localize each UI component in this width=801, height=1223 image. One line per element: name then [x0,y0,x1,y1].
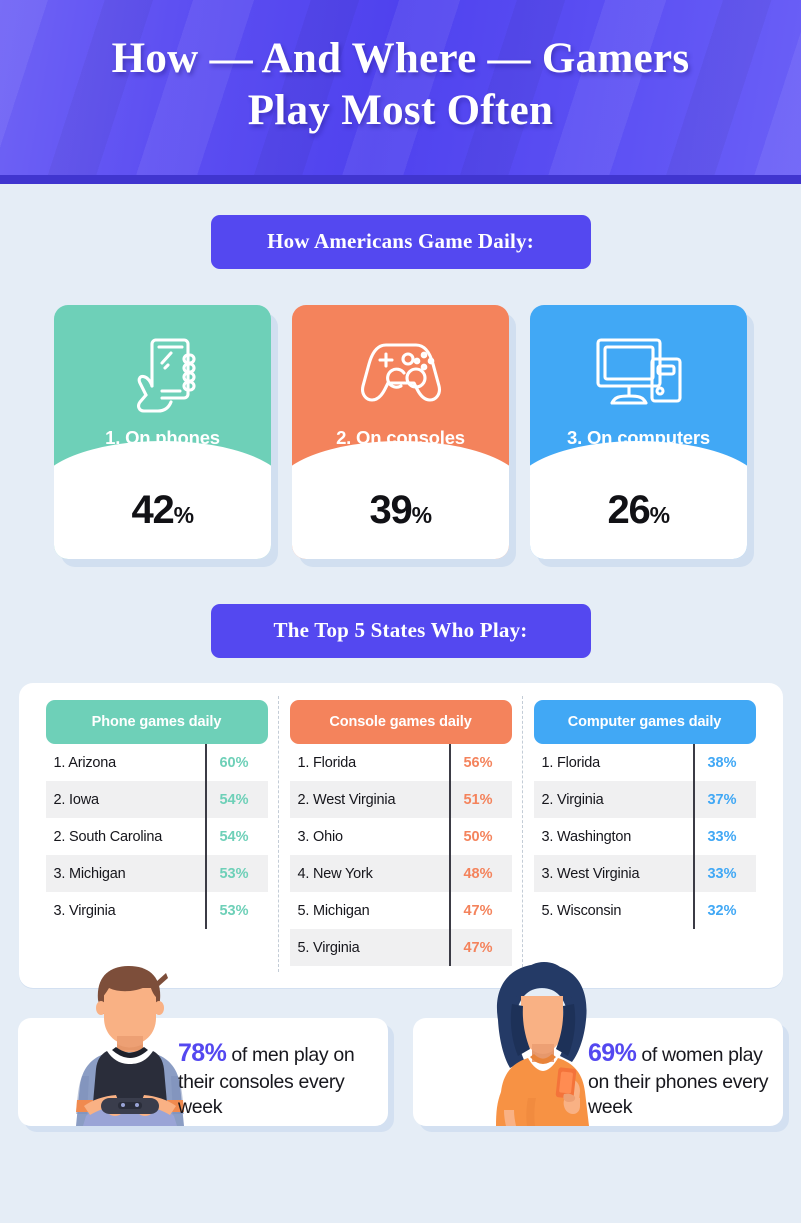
state-percent: 47% [463,902,493,919]
state-name: 3. West Virginia [541,865,640,882]
table-row[interactable]: 2. South Carolina 54% [46,818,268,855]
gender-stats-row: 78% of men play on their consoles every … [0,962,801,1126]
table-row[interactable]: 3. Virginia 53% [46,892,268,929]
table-row[interactable]: 2. Iowa 54% [45,781,268,818]
header-bottom-bar [0,175,801,184]
top-states-table-panel: Phone games daily 1. Arizona 60% 2. Iowa… [18,683,783,988]
state-name: 2. Virginia [541,791,604,808]
table-row[interactable]: 3. Washington 33% [534,818,756,855]
table-column-computer-body: 1. Florida 38% 2. Virginia 37% 3. Washin… [533,744,756,929]
state-name: 2. West Virginia [297,791,396,808]
desktop-computer-icon [530,333,747,409]
women-stat-text: 69% of women play on their phones every … [588,1038,769,1119]
state-name: 2. Iowa [53,791,100,808]
section-2-banner: The Top 5 States Who Play: [210,604,591,658]
device-cards-row: 1. On phones 42% 2. On consoles 39% 3. O… [0,305,801,559]
table-column-console-header: Console games daily [289,700,512,744]
device-card-phones-value: 42 [131,488,174,532]
section-2: The Top 5 States Who Play: [0,559,801,658]
table-column-computer: Computer games daily 1. Florida 38% 2. V… [521,696,767,972]
table-column-phone-body: 1. Arizona 60% 2. Iowa 54% 2. South Caro… [45,744,268,929]
table-column-phone-header: Phone games daily [45,700,268,744]
page-title-line-2: Play Most Often [247,86,554,134]
state-percent: 54% [219,791,249,808]
state-name: 4. New York [297,865,373,882]
percent-symbol: % [411,502,432,528]
state-percent: 50% [463,828,493,845]
state-percent: 33% [707,865,737,882]
page-title: How — And Where — Gamers Play Most Often [0,0,801,136]
state-name: 2. South Carolina [53,828,163,845]
state-percent: 53% [219,865,249,882]
device-card-phones-percent: 42% [54,488,271,533]
state-percent: 53% [219,902,249,919]
state-percent: 54% [219,828,249,845]
state-percent: 37% [707,791,737,808]
table-column-phone: Phone games daily 1. Arizona 60% 2. Iowa… [35,700,279,966]
table-row[interactable]: 3. West Virginia 33% [533,855,756,892]
men-stat-value: 78% [178,1039,227,1067]
state-percent: 48% [463,865,493,882]
table-row[interactable]: 1. Florida 38% [534,744,756,781]
table-row[interactable]: 2. Virginia 37% [533,781,756,818]
device-card-consoles-percent: 39% [292,488,509,533]
women-phone-stat-panel: 69% of women play on their phones every … [413,962,783,1126]
state-percent: 56% [463,754,493,771]
table-row[interactable]: 3. Ohio 50% [290,818,512,855]
percent-symbol: % [173,502,194,528]
table-row[interactable]: 5. Michigan 47% [290,892,512,929]
section-1-banner: How Americans Game Daily: [210,215,591,269]
state-percent: 60% [219,754,249,771]
state-name: 3. Michigan [53,865,126,882]
device-card-phones[interactable]: 1. On phones 42% [54,305,271,559]
game-controller-icon [292,333,509,407]
table-row[interactable]: 5. Virginia 47% [289,929,512,966]
hand-phone-icon [54,333,271,419]
state-name: 5. Wisconsin [541,902,622,919]
state-name: 1. Florida [541,754,601,771]
device-card-consoles-value: 39 [369,488,412,532]
page-title-line-1: How — And Where — Gamers [111,35,690,82]
men-stat-text: 78% of men play on their consoles every … [178,1038,374,1119]
women-stat-value: 69% [588,1039,637,1067]
percent-symbol: % [649,502,670,528]
device-card-consoles[interactable]: 2. On consoles 39% [292,305,509,559]
table-column-console-body: 1. Florida 56% 2. West Virginia 51% 3. O… [289,744,512,966]
state-percent: 51% [463,791,493,808]
state-name: 1. Florida [297,754,357,771]
state-name: 3. Washington [541,828,632,845]
device-card-computers[interactable]: 3. On computers 26% [530,305,747,559]
table-row[interactable]: 5. Wisconsin 32% [534,892,756,929]
device-card-computers-value: 26 [607,488,650,532]
state-name: 3. Ohio [297,828,344,845]
table-column-computer-header: Computer games daily [533,700,756,744]
state-name: 3. Virginia [53,902,116,919]
page-header: How — And Where — Gamers Play Most Often [0,0,801,184]
men-console-stat-panel: 78% of men play on their consoles every … [18,966,388,1126]
state-percent: 33% [707,828,737,845]
state-percent: 47% [463,939,493,956]
table-row[interactable]: 4. New York 48% [289,855,512,892]
table-column-console: Console games daily 1. Florida 56% 2. We… [277,696,523,972]
state-name: 5. Virginia [297,939,360,956]
section-1: How Americans Game Daily: [0,184,801,269]
state-name: 5. Michigan [297,902,370,919]
device-card-computers-percent: 26% [530,488,747,533]
state-percent: 32% [707,902,737,919]
table-row[interactable]: 3. Michigan 53% [45,855,268,892]
table-row[interactable]: 1. Arizona 60% [46,744,268,781]
state-name: 1. Arizona [53,754,117,771]
table-row[interactable]: 2. West Virginia 51% [289,781,512,818]
table-row[interactable]: 1. Florida 56% [290,744,512,781]
state-percent: 38% [707,754,737,771]
